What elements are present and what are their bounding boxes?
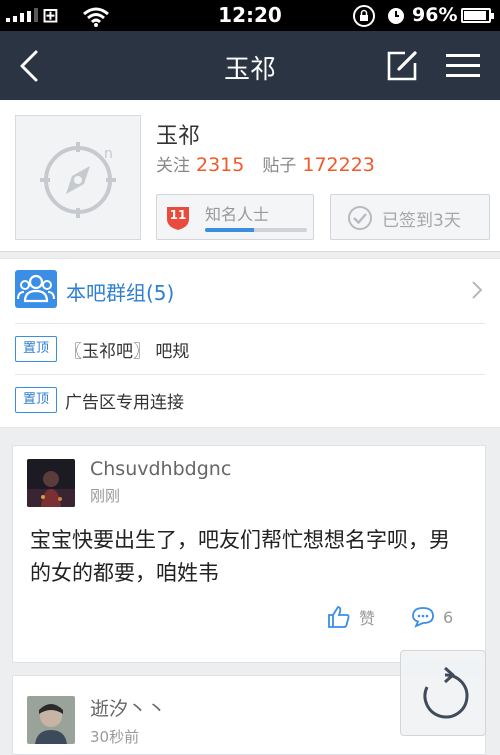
check-circle-icon	[348, 206, 372, 230]
post-author[interactable]: 逝汐丶丶	[90, 694, 166, 721]
user-avatar[interactable]	[27, 459, 75, 507]
pinned-tag: 置顶	[15, 387, 57, 413]
follow-label: 关注	[156, 156, 190, 176]
groups-label: 本吧群组(5)	[66, 281, 175, 305]
thread-card[interactable]: Chsuvdhbdgnc 刚刚 宝宝快要出生了，吧友们帮忙想想名字呗，男的女的都…	[12, 445, 486, 663]
sign-in-label: 已签到3天	[382, 211, 461, 231]
nav-bar: 玉祁	[0, 31, 500, 100]
svg-text:n: n	[104, 146, 113, 162]
forum-header: n 玉祁 关注 2315 贴子 172223 11 知名人士 已签到3天	[0, 100, 500, 252]
pinned-thread-title: 〖玉祁吧〗 吧规	[65, 342, 190, 362]
pinned-thread-2[interactable]: 置顶 广告区专用连接	[0, 375, 500, 425]
battery-percent: 96%	[412, 4, 458, 26]
level-title: 知名人士	[205, 205, 270, 224]
post-time: 30秒前	[90, 728, 140, 746]
page-title: 玉祁	[223, 55, 276, 85]
sign-in-button[interactable]: 已签到3天	[330, 194, 490, 240]
refresh-button[interactable]	[400, 650, 486, 736]
comment-count: 6	[443, 607, 454, 627]
level-progress-bar	[205, 228, 307, 232]
like-button[interactable]: 赞	[327, 603, 375, 631]
like-label: 赞	[359, 609, 376, 628]
posts-label: 贴子	[262, 156, 297, 176]
member-level-button[interactable]: 11 知名人士	[156, 194, 314, 240]
comment-bubble-icon	[412, 607, 434, 628]
forum-stats: 关注 2315 贴子 172223	[156, 151, 393, 176]
post-time: 刚刚	[90, 487, 121, 505]
pinned-tag: 置顶	[15, 336, 57, 362]
rotation-lock-icon	[353, 5, 375, 27]
group-people-icon	[15, 270, 57, 308]
chevron-right-icon	[472, 281, 483, 299]
forum-groups-row[interactable]: 本吧群组(5)	[0, 259, 500, 323]
thumbs-up-icon	[328, 606, 350, 628]
forum-avatar: n	[15, 115, 141, 240]
forum-name: 玉祁	[156, 124, 201, 149]
follow-count: 2315	[196, 154, 245, 176]
status-bar: ⊞ 12:20 96%	[0, 0, 500, 31]
pinned-thread-title: 广告区专用连接	[65, 393, 184, 413]
comment-button[interactable]: 6	[411, 603, 453, 631]
compose-icon[interactable]	[385, 49, 419, 83]
pinned-thread-1[interactable]: 置顶 〖玉祁吧〗 吧规	[0, 324, 500, 374]
refresh-icon	[423, 667, 469, 719]
level-number: 11	[169, 208, 187, 222]
user-avatar[interactable]	[27, 696, 75, 744]
post-author[interactable]: Chsuvdhbdgnc	[90, 458, 231, 480]
alarm-icon	[388, 8, 404, 24]
menu-icon[interactable]	[444, 51, 482, 81]
group-and-pinned-card: 本吧群组(5) 置顶 〖玉祁吧〗 吧规 置顶 广告区专用连接	[0, 258, 500, 428]
battery-icon	[461, 8, 494, 23]
post-body: 宝宝快要出生了，吧友们帮忙想想名字呗，男的女的都要，咱姓韦	[30, 528, 450, 585]
posts-count: 172223	[302, 154, 375, 176]
compass-placeholder-icon: n	[40, 142, 116, 218]
